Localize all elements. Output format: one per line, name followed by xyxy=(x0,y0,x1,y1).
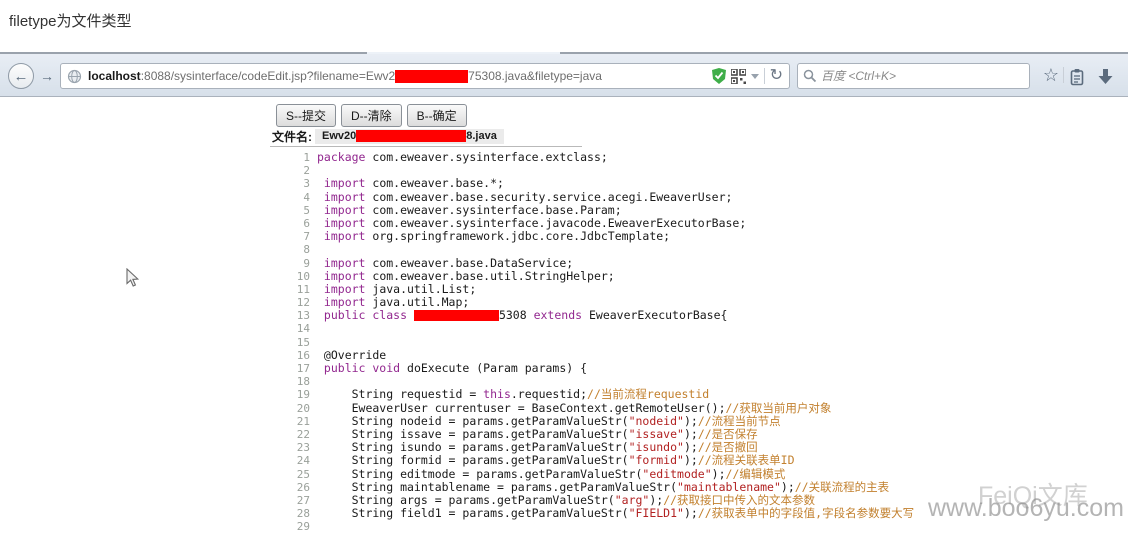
search-box[interactable] xyxy=(797,63,1030,89)
line-number: 25 xyxy=(288,468,310,481)
code-line: 17 public void doExecute (Param params) … xyxy=(288,362,1118,375)
search-icon xyxy=(803,69,817,83)
back-button[interactable]: ← xyxy=(8,63,34,89)
filename-label: 文件名: xyxy=(272,128,312,145)
redaction-box xyxy=(414,310,499,321)
line-number: 28 xyxy=(288,507,310,520)
line-number: 27 xyxy=(288,494,310,507)
code-line: 7 import org.springframework.jdbc.core.J… xyxy=(288,230,1118,243)
line-number: 1 xyxy=(288,151,310,164)
qr-code-icon[interactable] xyxy=(731,69,746,84)
line-number: 4 xyxy=(288,191,310,204)
bookmarks-menu-button[interactable] xyxy=(1066,66,1088,88)
back-icon: ← xyxy=(14,68,29,85)
line-number: 8 xyxy=(288,243,310,256)
line-number: 26 xyxy=(288,481,310,494)
url-path: :8088/sysinterface/codeEdit.jsp?filename… xyxy=(141,69,395,83)
redaction-box xyxy=(356,130,466,142)
line-number: 21 xyxy=(288,415,310,428)
line-number: 9 xyxy=(288,257,310,270)
line-number: 15 xyxy=(288,336,310,349)
line-number: 16 xyxy=(288,349,310,362)
line-number: 7 xyxy=(288,230,310,243)
divider xyxy=(764,68,765,84)
clear-button[interactable]: D--清除 xyxy=(341,104,402,127)
divider xyxy=(1063,67,1064,83)
search-input[interactable] xyxy=(821,69,1024,83)
code-line: 15 xyxy=(288,336,1118,349)
chevron-down-icon[interactable] xyxy=(751,74,759,79)
reload-icon[interactable]: ↻ xyxy=(770,68,783,84)
globe-icon xyxy=(67,69,82,84)
page-title: filetype为文件类型 xyxy=(9,10,132,31)
line-number: 12 xyxy=(288,296,310,309)
line-number: 11 xyxy=(288,283,310,296)
filename-row: 文件名: Ewv208.java xyxy=(272,127,504,146)
line-number: 20 xyxy=(288,402,310,415)
line-number: 24 xyxy=(288,454,310,467)
line-number: 19 xyxy=(288,388,310,401)
line-number: 29 xyxy=(288,520,310,533)
code-area[interactable]: 1package com.eweaver.sysinterface.extcla… xyxy=(288,151,1118,533)
star-icon: ☆ xyxy=(1043,65,1059,86)
code-line: 29 xyxy=(288,520,1118,533)
redaction-box xyxy=(395,70,468,83)
clipboard-icon xyxy=(1069,68,1085,86)
confirm-button[interactable]: B--确定 xyxy=(407,104,467,127)
bookmark-star-button[interactable]: ☆ xyxy=(1040,64,1062,86)
code-line: 13 public class 5308 extends EweaverExec… xyxy=(288,309,1118,322)
filename-value: Ewv208.java xyxy=(315,129,504,144)
submit-button[interactable]: S--提交 xyxy=(276,104,336,127)
code-line: 1package com.eweaver.sysinterface.extcla… xyxy=(288,151,1118,164)
line-number: 6 xyxy=(288,217,310,230)
url-domain: localhost xyxy=(88,69,141,83)
code-line: 14 xyxy=(288,322,1118,335)
code-line: 28 String field1 = params.getParamValueS… xyxy=(288,507,1118,520)
line-number: 23 xyxy=(288,441,310,454)
url-bar[interactable]: localhost:8088/sysinterface/codeEdit.jsp… xyxy=(60,63,790,89)
mouse-cursor-icon xyxy=(126,268,140,288)
line-number: 17 xyxy=(288,362,310,375)
line-number: 18 xyxy=(288,375,310,388)
line-number: 13 xyxy=(288,309,310,322)
downloads-button[interactable] xyxy=(1094,66,1116,88)
line-number: 3 xyxy=(288,177,310,190)
line-number: 5 xyxy=(288,204,310,217)
security-shield-icon[interactable] xyxy=(712,68,726,84)
active-tab-gap xyxy=(367,52,560,54)
forward-button[interactable]: → xyxy=(37,66,57,86)
forward-icon: → xyxy=(40,68,54,84)
window-top-edge xyxy=(0,52,1128,54)
editor-button-row: S--提交 D--清除 B--确定 xyxy=(276,104,467,127)
download-arrow-icon xyxy=(1097,69,1114,85)
url-path-tail: 75308.java&filetype=java xyxy=(468,69,602,83)
line-number: 10 xyxy=(288,270,310,283)
line-number: 14 xyxy=(288,322,310,335)
filename-underline xyxy=(270,146,582,147)
line-number: 22 xyxy=(288,428,310,441)
line-number: 2 xyxy=(288,164,310,177)
